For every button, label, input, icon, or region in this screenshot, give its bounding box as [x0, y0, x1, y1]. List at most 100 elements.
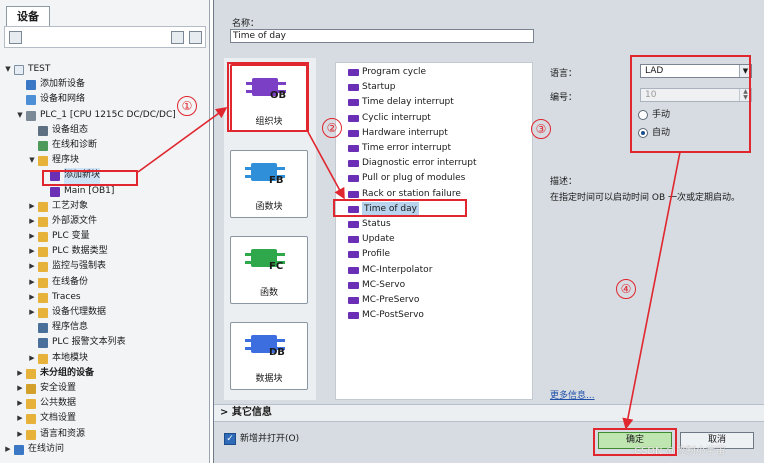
folder-icon	[38, 308, 48, 318]
ob-icon	[348, 84, 359, 92]
number-label: 编号：	[550, 93, 578, 103]
tree-item-label: 设备代理数据	[52, 307, 107, 317]
block-type-caption: 函数	[259, 288, 278, 298]
ob-icon	[348, 221, 359, 228]
tree-item-label: 安全设置	[40, 382, 77, 393]
expanded-arrow-icon[interactable]: ▼	[16, 108, 24, 123]
tree-item[interactable]: 设备组态	[4, 123, 206, 138]
list-view-icon[interactable]	[171, 31, 184, 44]
devices-tab[interactable]: 设备	[6, 6, 50, 26]
tree-item[interactable]: 添加新设备	[4, 77, 206, 92]
tree-item[interactable]: ▶ 文档设置	[4, 411, 206, 426]
block-type-fb-button[interactable]: FB 函数块	[230, 150, 308, 218]
tree-item[interactable]: ▶ PLC 数据类型	[4, 244, 206, 259]
tree-item[interactable]: ▶ 语言和资源	[4, 427, 206, 442]
tree-item[interactable]: 设备和网络	[4, 92, 206, 107]
tree-item[interactable]: ▶ 工艺对象	[4, 199, 206, 214]
block-name-input[interactable]: Time of day	[230, 29, 534, 43]
tree-item-label: 在线和诊断	[52, 139, 98, 150]
ob-type-list: Program cycle Startup Time delay interrupt…	[335, 62, 533, 400]
ob-icon	[348, 129, 359, 137]
annotation-step-4: ④	[616, 279, 636, 299]
tree-item[interactable]: ▼ 程序块	[4, 153, 206, 168]
tree-item-label: PLC 变量	[52, 231, 90, 242]
tree-item[interactable]: ▼ TEST	[4, 62, 206, 77]
overview-icon[interactable]	[9, 31, 22, 44]
collapsed-arrow-icon[interactable]: ▶	[16, 411, 24, 426]
tree-item[interactable]: ▶ Traces	[4, 290, 206, 305]
folder-icon	[38, 232, 48, 243]
tree-item[interactable]: PLC 报警文本列表	[4, 335, 206, 350]
tree-item[interactable]: ▶ 在线访问	[4, 442, 206, 457]
annotation-step-3: ③	[531, 119, 551, 139]
block-type-db-button[interactable]: DB 数据块	[230, 322, 308, 390]
block-type-fc-button[interactable]: FC 函数	[230, 236, 308, 304]
tree-item[interactable]: ▼ PLC_1 [CPU 1215C DC/DC/DC]	[4, 108, 206, 123]
ob-block-icon	[50, 186, 60, 197]
folder-icon	[38, 277, 48, 288]
tree-item-label: 在线备份	[52, 276, 89, 287]
ob-list-item-label: Time error interrupt	[362, 143, 451, 153]
annotation-step-1: ①	[177, 96, 197, 116]
tree-item[interactable]: ▶ 在线备份	[4, 275, 206, 290]
tree-item[interactable]: ▶ 安全设置	[4, 381, 206, 396]
expanded-arrow-icon[interactable]: ▼	[28, 153, 36, 168]
tree-item[interactable]: ▶ 本地模块	[4, 351, 206, 366]
tree-item[interactable]: ▶ 监控与强制表	[4, 259, 206, 274]
tree-item[interactable]: ▶ 设备代理数据	[4, 305, 206, 320]
more-info-link[interactable]: 更多信息...	[550, 388, 595, 401]
folder-icon	[38, 247, 48, 258]
collapsed-arrow-icon[interactable]: ▶	[28, 259, 36, 274]
expanded-arrow-icon[interactable]: ▼	[4, 62, 12, 77]
name-label: 名称：	[232, 19, 260, 29]
grid-view-icon[interactable]	[189, 31, 202, 44]
tree-item[interactable]: ▶ PLC 变量	[4, 229, 206, 244]
ob-list-item-label: Program cycle	[362, 67, 427, 77]
tree-item[interactable]: ▶ 未分组的设备	[4, 366, 206, 381]
tree-item[interactable]: 在线和诊断	[4, 138, 206, 153]
tree-toolbar	[4, 26, 206, 48]
collapsed-arrow-icon[interactable]: ▶	[16, 366, 24, 381]
collapsed-arrow-icon[interactable]: ▶	[4, 442, 12, 457]
folder-icon	[38, 201, 48, 212]
tree-item-label: 文档设置	[40, 413, 77, 424]
tree-item-label: 程序信息	[52, 322, 89, 333]
collapsed-arrow-icon[interactable]: ▶	[28, 305, 36, 320]
collapsed-arrow-icon[interactable]: ▶	[28, 275, 36, 290]
collapsed-arrow-icon[interactable]: ▶	[28, 199, 36, 214]
block-pin	[277, 253, 285, 256]
ob-list-item-label: Update	[362, 234, 395, 245]
tree-item[interactable]: 程序信息	[4, 320, 206, 335]
language-label: 语言：	[550, 69, 578, 79]
ob-list-item-label: Time delay interrupt	[362, 97, 454, 108]
add-and-open-label: 新增并打开(O)	[240, 434, 300, 444]
collapsed-arrow-icon[interactable]: ▶	[28, 229, 36, 244]
tree-item-label: 外部源文件	[52, 215, 98, 226]
collapsed-arrow-icon[interactable]: ▶	[28, 290, 36, 305]
block-pin	[245, 175, 253, 178]
alarm-list-icon	[38, 338, 48, 349]
project-tree: ▼ TEST 添加新设备 设备和网络 ▼ PLC_1 [CPU 1215C DC/DC/D…	[4, 62, 206, 457]
ob-icon	[348, 281, 359, 289]
highlight-add-block	[42, 170, 138, 186]
other-info-label: 其它信息	[231, 407, 272, 418]
add-and-open-checkbox[interactable]: ✓	[224, 433, 236, 445]
collapsed-arrow-icon[interactable]: ▶	[16, 381, 24, 396]
collapsed-arrow-icon[interactable]: ▶	[16, 427, 24, 442]
tree-item-label: 公共数据	[40, 398, 77, 409]
tree-item[interactable]: ▶ 公共数据	[4, 396, 206, 411]
block-type-tag: FC	[269, 261, 284, 272]
collapsed-arrow-icon[interactable]: ▶	[28, 244, 36, 259]
ob-icon	[348, 160, 359, 168]
collapsed-arrow-icon[interactable]: ▶	[16, 396, 24, 411]
tree-item-label: 本地模块	[52, 352, 89, 363]
collapsed-arrow-icon[interactable]: ▶	[28, 351, 36, 366]
tree-item-label: 设备组态	[52, 124, 89, 135]
tree-item[interactable]: ▶ 外部源文件	[4, 214, 206, 229]
folder-icon	[38, 156, 48, 167]
tree-item-label: 在线访问	[28, 443, 65, 454]
device-config-icon	[38, 125, 48, 136]
description-label: 描述：	[550, 177, 578, 187]
other-info-toggle[interactable]: > 其它信息	[214, 404, 764, 422]
collapsed-arrow-icon[interactable]: ▶	[28, 214, 36, 229]
